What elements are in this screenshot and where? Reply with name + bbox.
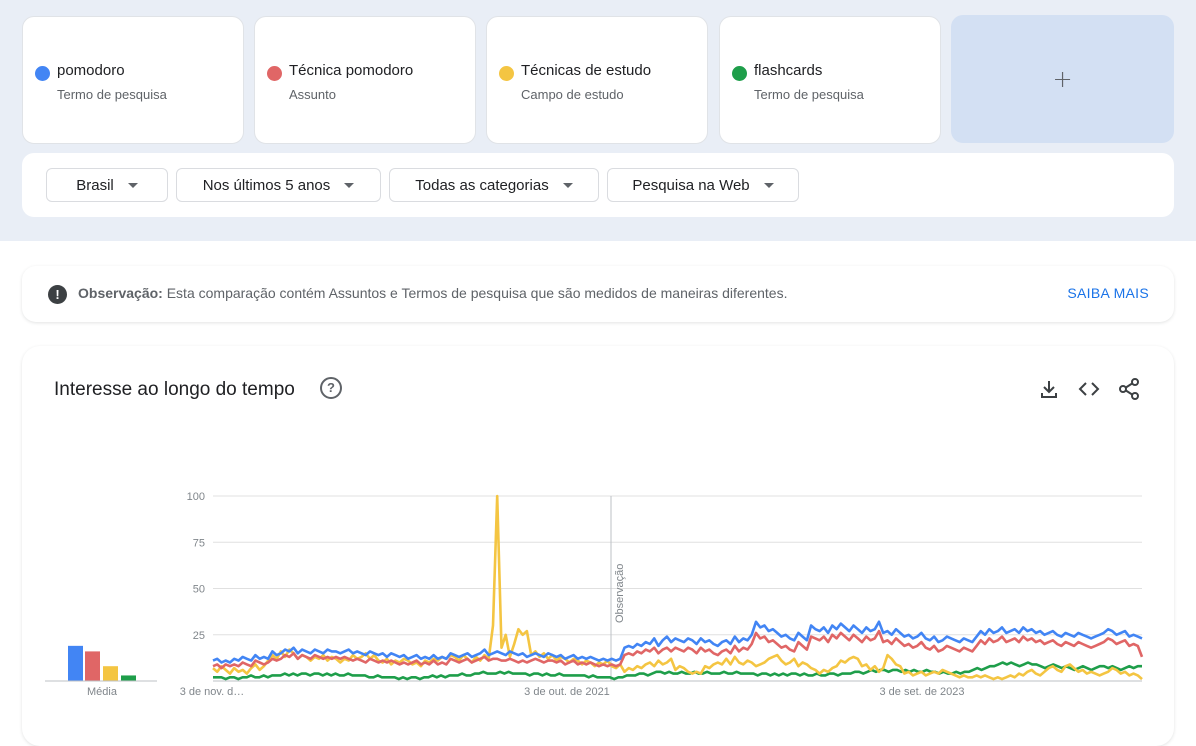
learn-more-link[interactable]: SAIBA MAIS	[1067, 285, 1149, 301]
series-color-dot	[35, 66, 50, 81]
search-term-card[interactable]: flashcards Termo de pesquisa	[719, 16, 941, 144]
average-bar	[85, 651, 100, 681]
period-label: Nos últimos 5 anos	[202, 176, 331, 194]
category-label: Todas as categorias	[415, 176, 549, 194]
average-bar	[103, 666, 118, 681]
x-tick-label: 3 de out. de 2021	[524, 686, 610, 698]
interest-over-time-card: Interesse ao longo do tempo ? 100 75 50 25 O…	[22, 346, 1174, 746]
alert-icon: !	[48, 285, 67, 304]
term-type: Campo de estudo	[521, 87, 624, 102]
period-dropdown[interactable]: Nos últimos 5 anos	[176, 168, 381, 202]
y-tick-label: 25	[193, 630, 205, 642]
x-tick-label: 3 de nov. d…	[180, 686, 245, 698]
note-label: Observação:	[78, 285, 163, 301]
y-tick-label: 100	[187, 491, 205, 503]
average-label: Média	[87, 686, 118, 698]
series-color-dot	[499, 66, 514, 81]
y-tick-label: 75	[193, 537, 205, 549]
caret-down-icon	[562, 182, 573, 188]
term-name: pomodoro	[57, 62, 125, 79]
series-color-dot	[267, 66, 282, 81]
series-color-dot	[732, 66, 747, 81]
average-bar	[68, 645, 83, 681]
term-type: Termo de pesquisa	[754, 87, 864, 102]
average-bar	[121, 675, 136, 681]
x-tick-label: 3 de set. de 2023	[879, 686, 964, 698]
search-term-card[interactable]: Técnica pomodoro Assunto	[254, 16, 476, 144]
note-marker-label: Observação	[614, 564, 626, 623]
y-tick-label: 50	[193, 584, 205, 596]
term-name: flashcards	[754, 62, 823, 79]
caret-down-icon	[127, 182, 138, 188]
series-line-flashcards	[213, 661, 1142, 681]
term-type: Termo de pesquisa	[57, 87, 167, 102]
filter-bar: Brasil Nos últimos 5 anos Todas as categ…	[22, 153, 1174, 217]
search-type-dropdown[interactable]: Pesquisa na Web	[607, 168, 799, 202]
region-label: Brasil	[76, 176, 114, 194]
term-name: Técnicas de estudo	[521, 62, 652, 79]
search-type-label: Pesquisa na Web	[632, 176, 750, 194]
category-dropdown[interactable]: Todas as categorias	[389, 168, 599, 202]
note-text: Observação: Esta comparação contém Assun…	[78, 285, 787, 301]
search-term-card[interactable]: pomodoro Termo de pesquisa	[22, 16, 244, 144]
interest-chart: 100 75 50 25 Observação 3 de nov. d… 3 de out.…	[45, 491, 1144, 698]
term-type: Assunto	[289, 87, 336, 102]
search-term-card[interactable]: Técnicas de estudo Campo de estudo	[486, 16, 708, 144]
caret-down-icon	[344, 182, 355, 188]
note-body: Esta comparação contém Assuntos e Termos…	[166, 285, 788, 301]
term-name: Técnica pomodoro	[289, 62, 414, 79]
region-dropdown[interactable]: Brasil	[46, 168, 168, 202]
add-comparison-button[interactable]: +	[951, 15, 1174, 143]
note-banner: ! Observação: Esta comparação contém Ass…	[22, 266, 1174, 322]
plus-icon: +	[1052, 65, 1073, 93]
caret-down-icon	[763, 182, 774, 188]
